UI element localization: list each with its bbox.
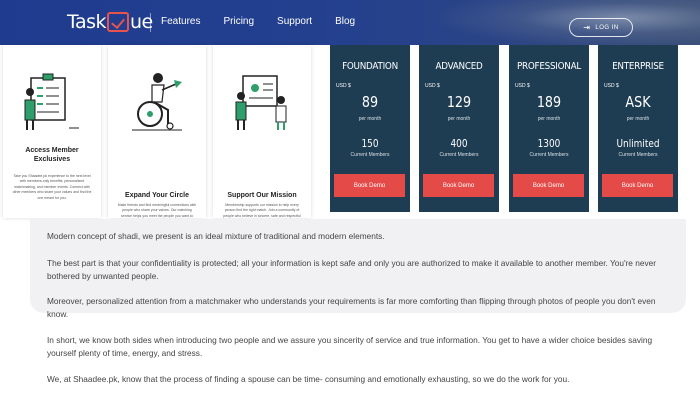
plan-currency: USD $: [515, 83, 530, 89]
plan-price: 189: [536, 93, 562, 111]
pricing-card-enterprise: ENTERPRISE USD $ ASK per month Unlimited…: [598, 45, 678, 212]
feature-title: Access Member Exclusives: [25, 147, 79, 164]
plan-price: 129: [446, 93, 472, 111]
nav-divider: [150, 13, 151, 32]
plan-currency: USD $: [336, 83, 351, 89]
plan-name: ADVANCED: [435, 61, 483, 72]
feature-card-expand-your-circle: Expand Your Circle Make friends and find…: [108, 45, 206, 229]
plan-members-label: Current Members: [439, 152, 479, 158]
plan-members-count: 1300: [537, 138, 561, 150]
people-screen-illustration: [235, 75, 287, 130]
nav-link-features[interactable]: Features: [161, 16, 200, 27]
feature-title: Expand Your Circle: [125, 192, 189, 199]
plan-period: per month: [358, 116, 382, 122]
content-paragraph: The best part is that your confidentiali…: [47, 258, 656, 281]
plan-currency: USD $: [604, 83, 619, 89]
plan-period: per month: [626, 116, 650, 122]
plan-name: FOUNDATION: [342, 61, 398, 72]
feature-description: Take you Shaadee.pk experience to the ne…: [12, 174, 92, 200]
content-paragraph: Moreover, personalized attention from a …: [47, 296, 656, 319]
plan-name: ENTERPRISE: [612, 61, 664, 72]
pricing-card-foundation: FOUNDATION USD $ 89 per month 150 Curren…: [330, 45, 410, 212]
content-paragraph: In short, we know both sides when introd…: [47, 335, 653, 358]
login-button[interactable]: ⇥ LOG IN: [569, 18, 633, 37]
feature-card-access-member-exclusives: Access Member Exclusives Take you Shaade…: [3, 45, 101, 218]
nav-link-support[interactable]: Support: [277, 16, 312, 27]
plan-name: PROFESSIONAL: [516, 61, 581, 72]
wheelchair-person-illustration: [132, 73, 182, 131]
nav-link-pricing[interactable]: Pricing: [223, 16, 254, 27]
login-arrow-icon: ⇥: [583, 22, 591, 32]
book-demo-button[interactable]: Book Demo: [602, 174, 673, 197]
plan-price: 89: [361, 93, 379, 111]
clipboard-person-illustration: [24, 73, 79, 130]
plan-members-label: Current Members: [350, 152, 390, 158]
plan-members-label: Current Members: [618, 152, 658, 158]
pricing-card-professional: PROFESSIONAL USD $ 189 per month 1300 Cu…: [509, 45, 589, 212]
feature-title: Support Our Mission: [227, 192, 297, 199]
logo[interactable]: Task ue: [67, 11, 153, 33]
content-paragraph: We, at Shaadee.pk, know that the process…: [47, 374, 570, 384]
book-demo-button[interactable]: Book Demo: [423, 174, 494, 197]
feature-card-support-our-mission: Support Our Mission Membership supports …: [213, 45, 311, 223]
content-paragraph: Modern concept of shadi, we present is a…: [47, 231, 385, 241]
pricing-card-advanced: ADVANCED USD $ 129 per month 400 Current…: [419, 45, 499, 212]
logo-check-icon: [107, 12, 130, 32]
login-button-label: LOG IN: [595, 24, 619, 31]
plan-members-count: 400: [450, 138, 468, 150]
top-navbar: Task ue Features Pricing Support Blog ⇥ …: [0, 0, 700, 45]
plan-members-count: 150: [361, 138, 379, 150]
book-demo-button[interactable]: Book Demo: [513, 174, 584, 197]
plan-members-label: Current Members: [529, 152, 569, 158]
plan-period: per month: [447, 116, 471, 122]
nav-links: Features Pricing Support Blog: [161, 16, 355, 27]
plan-period: per month: [537, 116, 561, 122]
plan-currency: USD $: [425, 83, 440, 89]
book-demo-button[interactable]: Book Demo: [334, 174, 405, 197]
logo-text-prefix: Task: [67, 11, 107, 33]
plan-price: ASK: [625, 93, 651, 111]
plan-members-count: Unlimited: [616, 138, 660, 150]
nav-link-blog[interactable]: Blog: [335, 16, 355, 27]
